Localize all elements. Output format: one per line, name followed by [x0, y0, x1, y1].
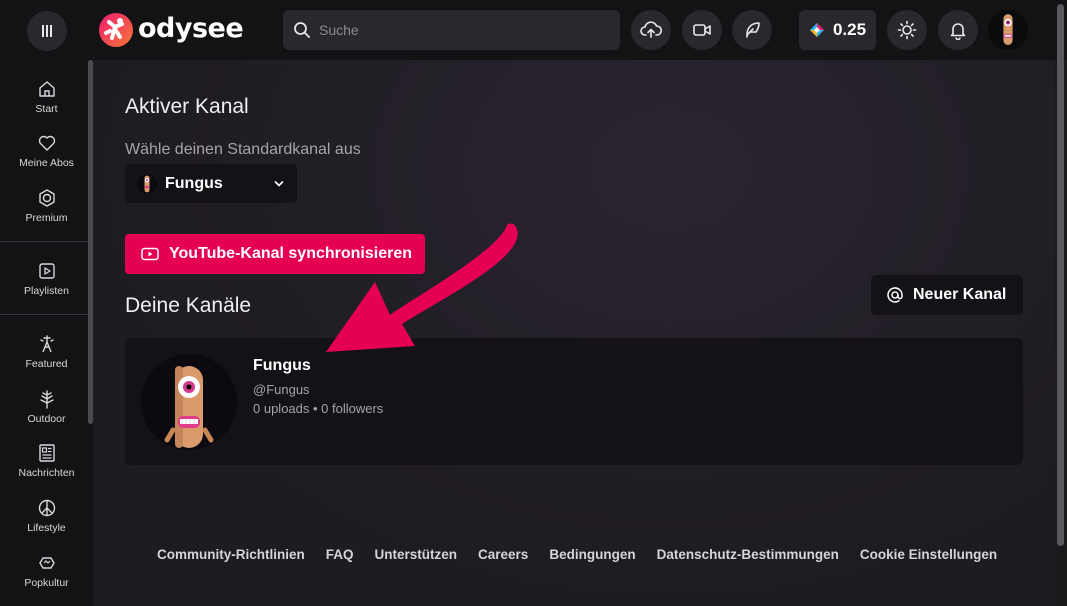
featured-icon: [39, 335, 54, 353]
footer-link-cookie-settings[interactable]: Cookie Einstellungen: [860, 547, 997, 562]
active-channel-title: Aktiver Kanal: [125, 95, 249, 118]
footer-link-support[interactable]: Unterstützen: [375, 547, 458, 562]
go-live-button[interactable]: [682, 10, 722, 50]
your-channels-title: Deine Kanäle: [125, 294, 252, 317]
sidebar: Start Meine Abos Premium Playlisten Feat…: [0, 60, 93, 606]
footer-link-community-guidelines[interactable]: Community-Richtlinien: [157, 547, 305, 562]
top-header: odysee 0.25: [0, 0, 1067, 60]
user-avatar[interactable]: [988, 10, 1028, 50]
channel-card-avatar[interactable]: [141, 354, 237, 450]
sidebar-divider: [0, 241, 93, 242]
sidebar-item-label: Meine Abos: [19, 157, 74, 169]
peace-icon: [38, 499, 55, 517]
logo-text: odysee: [138, 13, 244, 44]
sidebar-divider: [0, 314, 93, 315]
channel-card-handle: @Fungus: [253, 382, 310, 397]
sidebar-item-label: Start: [35, 103, 58, 115]
heart-icon: [38, 135, 55, 151]
sidebar-item-nachrichten[interactable]: Nachrichten: [0, 436, 93, 486]
notifications-button[interactable]: [938, 10, 978, 50]
annotation-arrow: [326, 223, 518, 352]
selected-channel-name: Fungus: [165, 174, 223, 192]
sidebar-item-label: Outdoor: [27, 413, 66, 425]
footer-link-privacy[interactable]: Datenschutz-Bestimmungen: [657, 547, 839, 562]
sidebar-item-label: Premium: [25, 212, 68, 224]
sidebar-item-lifestyle[interactable]: Lifestyle: [0, 491, 93, 541]
credits-value: 0.25: [832, 20, 867, 39]
channel-card-stats: 0 uploads • 0 followers: [253, 401, 384, 416]
channel-card-name[interactable]: Fungus: [253, 357, 311, 375]
popculture-icon: [38, 557, 55, 569]
sidebar-item-label: Lifestyle: [27, 522, 66, 534]
fungus-avatar-icon: [144, 175, 150, 192]
page-scrollbar-thumb[interactable]: [1057, 4, 1064, 546]
sidebar-item-label: Playlisten: [24, 285, 69, 297]
home-icon: [38, 81, 55, 97]
odysee-logo[interactable]: odysee: [98, 10, 244, 50]
newspaper-icon: [38, 444, 55, 462]
new-channel-button[interactable]: Neuer Kanal: [871, 275, 1023, 315]
sun-icon: [897, 20, 917, 40]
new-channel-label: Neuer Kanal: [913, 286, 1007, 303]
choose-default-channel-label: Wähle deinen Standardkanal aus: [125, 141, 361, 158]
default-channel-select[interactable]: Fungus: [125, 164, 297, 203]
sidebar-item-popkultur[interactable]: Popkultur: [0, 546, 93, 596]
search-bar[interactable]: [283, 10, 620, 50]
video-camera-icon: [693, 24, 711, 36]
premium-icon: [38, 189, 55, 207]
footer-link-careers[interactable]: Careers: [478, 547, 528, 562]
odysee-logo-icon: [99, 13, 133, 47]
feather-icon: [746, 22, 760, 38]
search-icon: [294, 22, 310, 38]
at-sign-icon: [887, 287, 903, 303]
footer-link-terms[interactable]: Bedingungen: [549, 547, 635, 562]
sidebar-item-label: Featured: [25, 358, 68, 370]
publish-post-button[interactable]: [732, 10, 772, 50]
upload-button[interactable]: [631, 10, 671, 50]
menu-icon: [42, 25, 52, 37]
upload-icon: [640, 21, 662, 38]
bell-icon: [950, 23, 966, 40]
fungus-avatar-icon: [141, 354, 237, 450]
sidebar-item-label: Popkultur: [24, 577, 69, 589]
sidebar-item-outdoor[interactable]: Outdoor: [0, 382, 93, 432]
footer-links: Community-Richtlinien FAQ Unterstützen C…: [157, 547, 997, 562]
chevron-down-icon: [274, 180, 284, 186]
footer-link-faq[interactable]: FAQ: [326, 547, 354, 562]
channel-avatar: [137, 173, 157, 194]
youtube-icon: [141, 247, 159, 261]
sidebar-item-featured[interactable]: Featured: [0, 327, 93, 377]
menu-button[interactable]: [27, 11, 67, 51]
fungus-avatar-icon: [1003, 14, 1013, 45]
tree-icon: [39, 390, 54, 409]
sidebar-item-premium[interactable]: Premium: [0, 181, 93, 231]
credits-icon: [809, 23, 824, 37]
channel-card[interactable]: Fungus @Fungus 0 uploads • 0 followers: [125, 338, 1023, 465]
playlist-icon: [38, 263, 55, 279]
sidebar-item-start[interactable]: Start: [0, 72, 93, 122]
wallet-balance-button[interactable]: 0.25: [799, 10, 876, 50]
theme-toggle-button[interactable]: [887, 10, 927, 50]
sidebar-item-label: Nachrichten: [18, 467, 75, 479]
sidebar-item-playlisten[interactable]: Playlisten: [0, 254, 93, 304]
search-input[interactable]: [319, 22, 599, 38]
sidebar-item-meine-abos[interactable]: Meine Abos: [0, 126, 93, 176]
